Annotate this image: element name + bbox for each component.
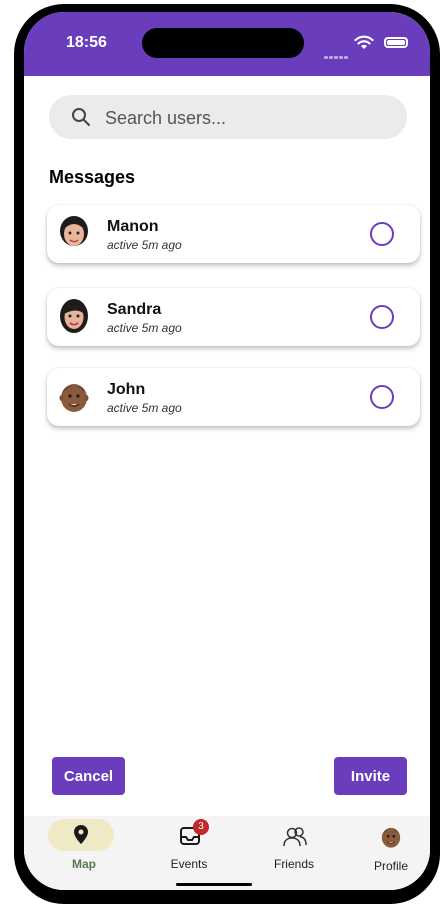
user-name: Sandra xyxy=(107,301,162,318)
tab-profile[interactable]: Profile xyxy=(351,816,430,886)
tab-map[interactable]: Map xyxy=(44,816,124,886)
user-name: Manon xyxy=(107,218,159,235)
signal-icon xyxy=(324,46,349,64)
events-badge: 3 xyxy=(193,819,209,835)
tab-friends[interactable]: Friends xyxy=(254,816,334,886)
wifi-icon xyxy=(354,35,374,49)
select-radio[interactable] xyxy=(370,305,394,329)
user-card-manon[interactable]: Manon active 5m ago xyxy=(47,205,420,263)
user-name: John xyxy=(107,381,146,398)
user-status: active 5m ago xyxy=(107,401,182,415)
avatar-john xyxy=(59,384,89,412)
cancel-button[interactable]: Cancel xyxy=(52,757,125,795)
avatar-sandra xyxy=(60,299,88,333)
messages-title: Messages xyxy=(49,167,136,187)
user-status: active 5m ago xyxy=(107,238,182,252)
search-input[interactable] xyxy=(103,95,387,141)
home-indicator xyxy=(176,883,252,886)
invite-button[interactable]: Invite xyxy=(334,757,407,795)
select-radio[interactable] xyxy=(370,385,394,409)
search-bar[interactable] xyxy=(49,95,407,141)
tab-label: Profile xyxy=(373,859,408,873)
battery-icon xyxy=(384,37,408,48)
tab-events[interactable]: 3 Events xyxy=(149,816,229,886)
status-time: 18:56 xyxy=(66,34,107,51)
user-card-john[interactable]: John active 5m ago xyxy=(47,368,420,426)
map-pin-icon xyxy=(74,825,88,844)
friends-icon xyxy=(283,827,307,847)
status-bar: 18:56 xyxy=(24,12,430,76)
app-screen: 18:56 Messages Manon active 5m ago xyxy=(24,12,430,890)
dynamic-island xyxy=(142,28,304,58)
select-radio[interactable] xyxy=(370,222,394,246)
tab-label: Events xyxy=(170,857,208,871)
tab-label: Friends xyxy=(273,857,314,871)
user-status: active 5m ago xyxy=(107,321,182,335)
profile-avatar xyxy=(381,827,401,848)
tab-label: Map xyxy=(72,857,96,871)
bottom-tab-bar: Map 3 Events Friends Profile xyxy=(24,816,430,890)
user-card-sandra[interactable]: Sandra active 5m ago xyxy=(47,288,420,346)
search-icon xyxy=(72,108,90,126)
avatar-manon xyxy=(60,216,88,246)
